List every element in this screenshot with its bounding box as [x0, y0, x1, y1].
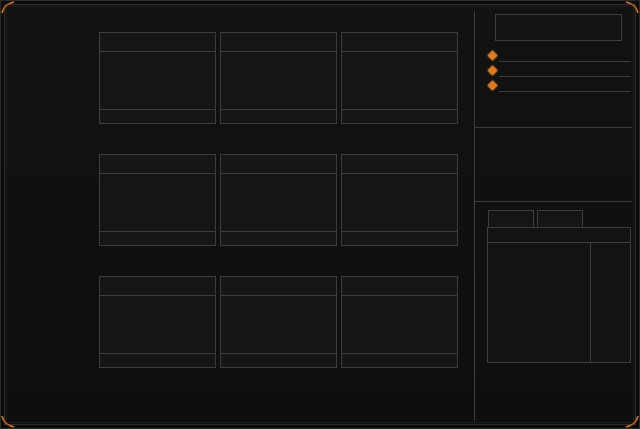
ornament-corner-icon: [617, 406, 639, 428]
card-body: [100, 52, 215, 109]
card-header: [342, 277, 457, 296]
sidebar-separator: [475, 201, 632, 202]
sidebar-title-box: [495, 14, 622, 41]
card-body: [342, 296, 457, 353]
card-footer: [342, 109, 457, 123]
grid-card[interactable]: [99, 276, 216, 368]
game-window-frame: [0, 0, 640, 429]
card-body: [342, 174, 457, 231]
card-header: [221, 277, 336, 296]
card-header: [342, 155, 457, 174]
grid-card[interactable]: [220, 154, 337, 246]
grid-card[interactable]: [220, 276, 337, 368]
diamond-bullet-icon: [487, 50, 498, 61]
diamond-bullet-icon: [487, 80, 498, 91]
card-footer: [342, 353, 457, 367]
card-body: [221, 52, 336, 109]
diamond-bullet-icon: [487, 65, 498, 76]
ornament-corner-icon: [1, 406, 23, 428]
card-body: [221, 296, 336, 353]
list-item-underline: [499, 76, 631, 77]
card-footer: [221, 231, 336, 245]
tab-first[interactable]: [488, 210, 534, 227]
ornament-corner-icon: [1, 1, 23, 23]
card-footer: [100, 353, 215, 367]
grid-card[interactable]: [341, 276, 458, 368]
card-footer: [100, 231, 215, 245]
card-header: [100, 33, 215, 52]
card-footer: [342, 231, 457, 245]
list-item[interactable]: [487, 49, 631, 64]
sidebar-divider: [474, 11, 475, 421]
tab-second[interactable]: [537, 210, 583, 227]
grid-card[interactable]: [99, 32, 216, 124]
card-grid: [99, 32, 458, 368]
sidebar-separator: [475, 127, 632, 128]
card-footer: [100, 109, 215, 123]
grid-card[interactable]: [99, 154, 216, 246]
card-body: [100, 174, 215, 231]
list-item[interactable]: [487, 64, 631, 79]
list-item-underline: [499, 91, 631, 92]
list-item-underline: [499, 61, 631, 62]
grid-card[interactable]: [220, 32, 337, 124]
card-footer: [221, 353, 336, 367]
card-header: [221, 33, 336, 52]
objective-list: [487, 49, 631, 94]
card-body: [342, 52, 457, 109]
card-header: [100, 155, 215, 174]
card-body: [100, 296, 215, 353]
card-body: [221, 174, 336, 231]
card-header: [342, 33, 457, 52]
card-header: [221, 155, 336, 174]
tab-panel: [487, 227, 631, 363]
card-footer: [221, 109, 336, 123]
grid-card[interactable]: [341, 154, 458, 246]
panel-tabs: [488, 210, 583, 227]
grid-card[interactable]: [341, 32, 458, 124]
card-header: [100, 277, 215, 296]
panel-header: [488, 228, 630, 243]
list-item[interactable]: [487, 79, 631, 94]
panel-content: [488, 243, 591, 362]
